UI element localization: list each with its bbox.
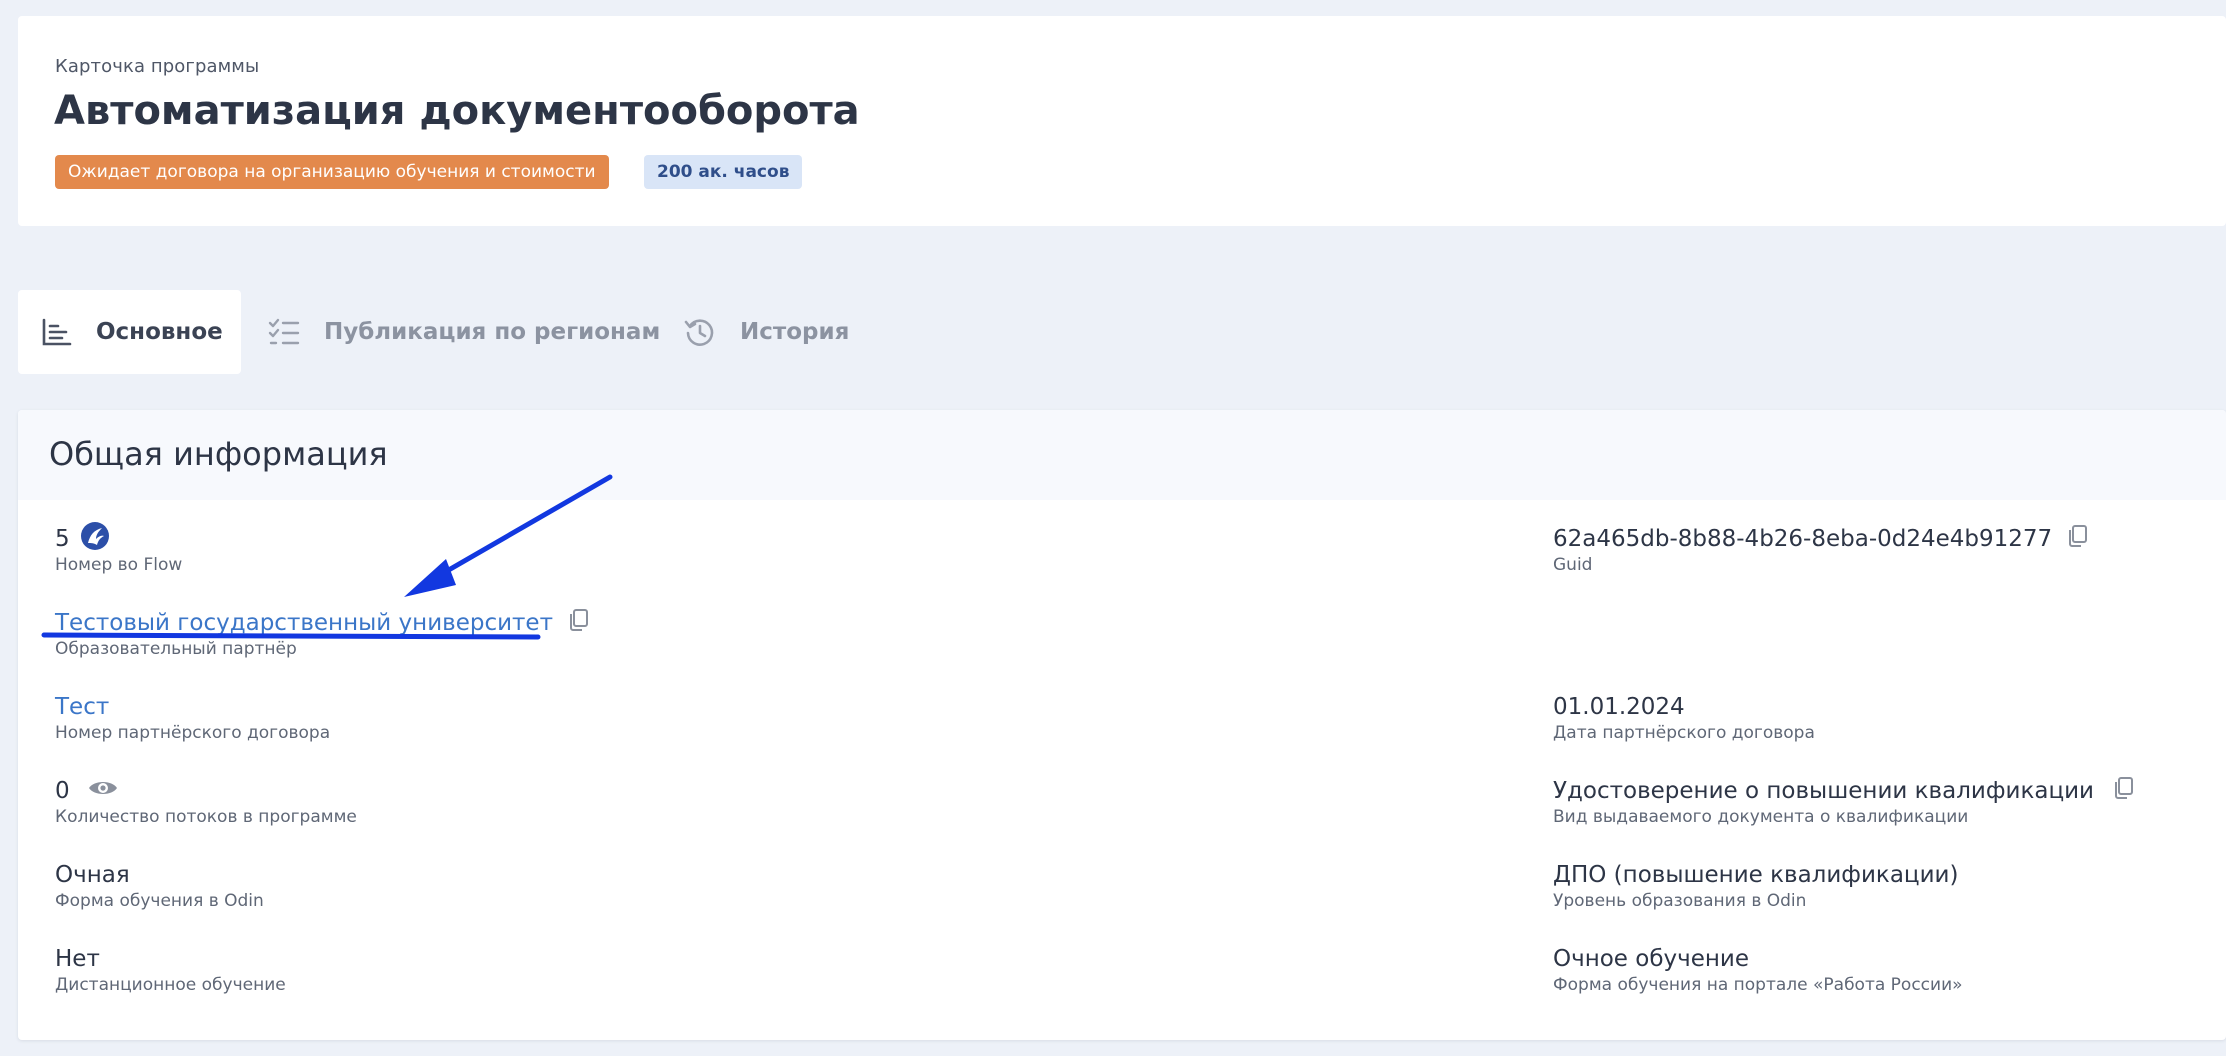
general-info-title: Общая информация [49,435,388,473]
field-edu-partner: Тестовый государственный университет Обр… [55,608,589,659]
copy-icon[interactable] [2112,776,2134,806]
eye-icon[interactable] [88,778,118,804]
flow-logo-icon[interactable] [80,521,110,557]
field-document-type: Удостоверение о повышении квалификации В… [1553,776,2134,827]
flow-number-label: Номер во Flow [55,555,183,575]
page-subtitle: Карточка программы [55,56,260,77]
odin-form-value: Очная [55,862,130,888]
general-info-card: Общая информация 5 Номер во Flow Тестовы… [18,410,2226,1040]
tab-main[interactable]: Основное [18,290,241,374]
field-streams-count: 0 Количество потоков в программе [55,776,357,827]
tab-main-label: Основное [96,319,223,345]
general-info-header: Общая информация [18,410,2226,500]
tab-history-label: История [740,319,850,345]
document-type-value: Удостоверение о повышении квалификации [1553,778,2094,804]
field-education-level: ДПО (повышение квалификации) Уровень обр… [1553,860,1958,911]
field-guid: 62a465db-8b88-4b26-8eba-0d24e4b91277 Gui… [1553,524,2088,575]
field-distance-learning: Нет Дистанционное обучение [55,944,286,995]
streams-count-label: Количество потоков в программе [55,807,357,827]
field-flow-number: 5 Номер во Flow [55,521,183,575]
hours-badge: 200 ак. часов [644,155,803,189]
field-contract-number: Тест Номер партнёрского договора [55,692,330,743]
tab-regions-label: Публикация по регионам [324,319,661,345]
guid-value: 62a465db-8b88-4b26-8eba-0d24e4b91277 [1553,526,2053,552]
streams-count-value: 0 [55,778,70,804]
field-odin-form: Очная Форма обучения в Odin [55,860,264,911]
page-title: Автоматизация документооборота [54,88,860,134]
portal-form-value: Очное обучение [1553,946,1750,972]
checklist-icon [268,318,300,346]
copy-icon[interactable] [567,608,589,638]
field-contract-date: 01.01.2024 Дата партнёрского договора [1553,692,1815,743]
chart-bars-icon [42,318,72,346]
portal-form-label: Форма обучения на портале «Работа России… [1553,975,1963,995]
program-header-card: Карточка программы Автоматизация докумен… [18,16,2226,226]
contract-number-label: Номер партнёрского договора [55,723,331,743]
field-portal-form: Очное обучение Форма обучения на портале… [1553,944,1963,995]
tab-regions[interactable]: Публикация по регионам [268,290,660,374]
odin-form-label: Форма обучения в Odin [55,891,264,911]
guid-label: Guid [1553,555,1593,575]
education-level-label: Уровень образования в Odin [1553,891,1807,911]
education-level-value: ДПО (повышение квалификации) [1553,862,1959,888]
flow-number-value: 5 [55,526,70,552]
contract-date-value: 01.01.2024 [1553,694,1685,720]
distance-learning-label: Дистанционное обучение [55,975,286,995]
edu-partner-link[interactable]: Тестовый государственный университет [55,610,553,636]
document-type-label: Вид выдаваемого документа о квалификации [1553,807,1969,827]
tab-history[interactable]: История [684,290,849,374]
edu-partner-label: Образовательный партнёр [55,639,297,659]
history-icon [684,316,716,348]
status-badge: Ожидает договора на организацию обучения… [55,155,609,189]
copy-icon[interactable] [2066,524,2088,554]
contract-date-label: Дата партнёрского договора [1553,723,1815,743]
distance-learning-value: Нет [55,946,100,972]
contract-number-link[interactable]: Тест [55,694,109,720]
